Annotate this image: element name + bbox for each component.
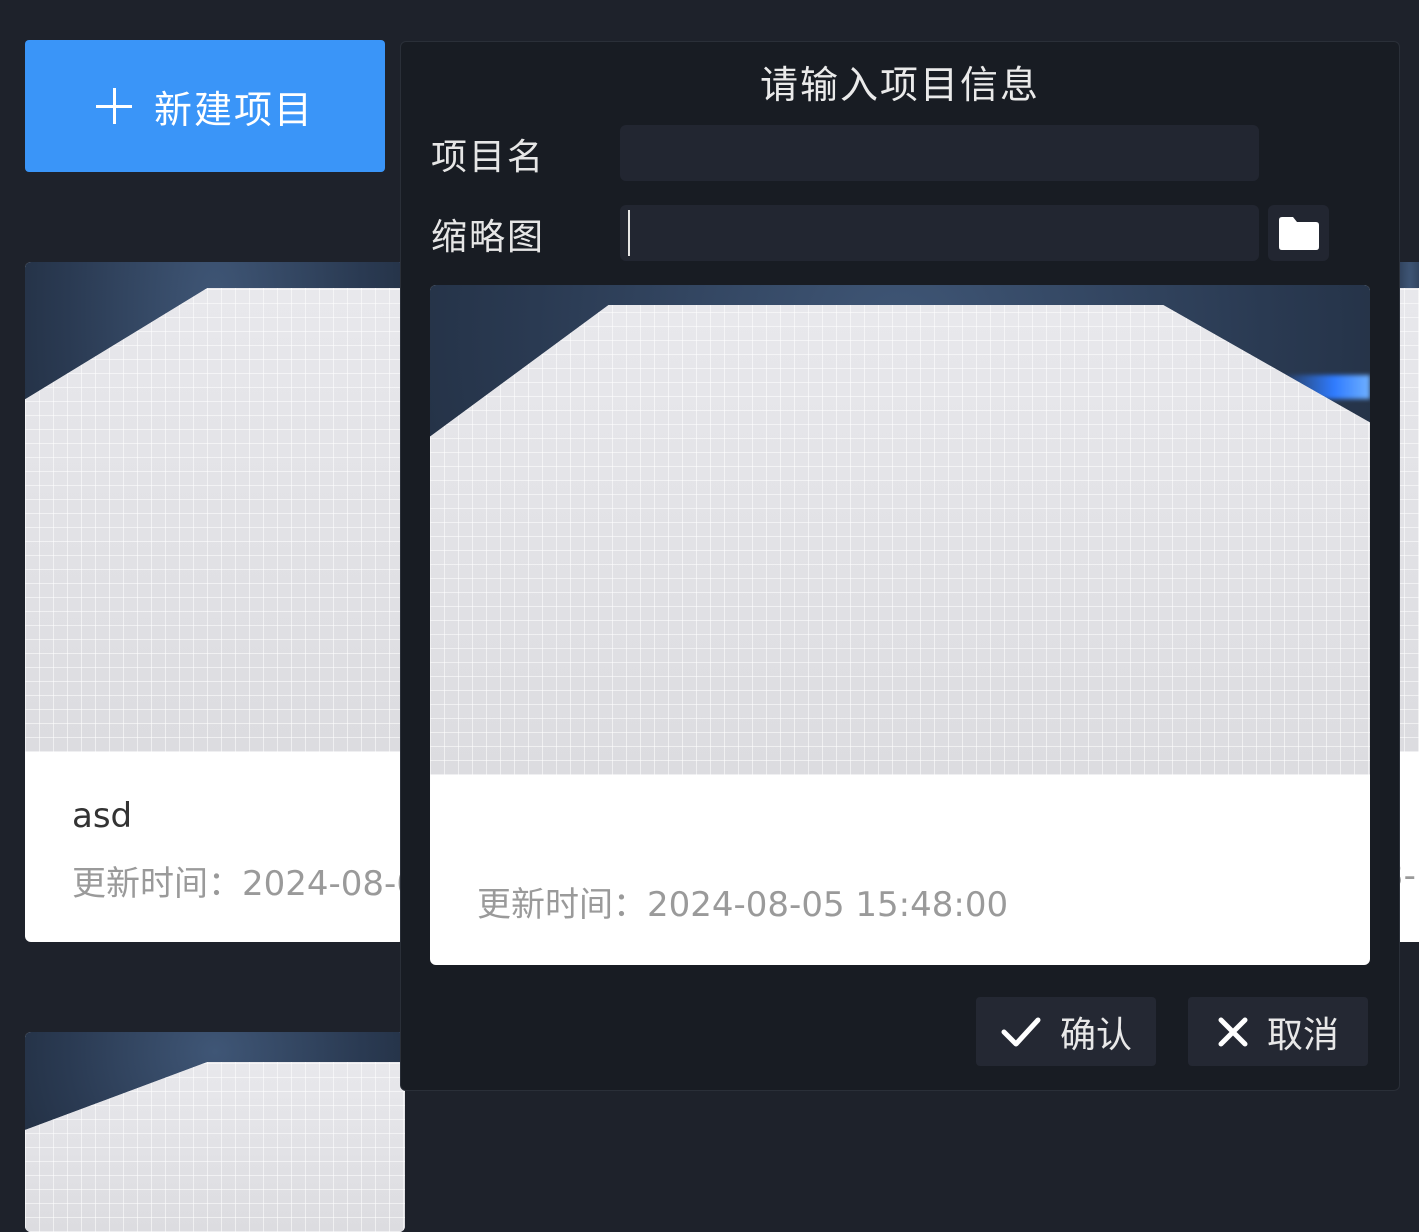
project-name: asd — [72, 796, 133, 836]
project-updated-time: 更新时间：2024-08-0 — [72, 864, 405, 904]
project-info-dialog: 请输入项目信息 项目名 缩略图 更新时间：2024-08-05 15:48:00… — [400, 41, 1400, 1091]
cancel-label: 取消 — [1266, 1014, 1339, 1056]
confirm-button[interactable]: 确认 — [976, 997, 1156, 1066]
folder-icon — [1278, 217, 1319, 250]
project-card[interactable] — [25, 1032, 405, 1232]
project-card[interactable]: asd 更新时间：2024-08-0 — [25, 262, 405, 942]
preview-thumbnail — [430, 285, 1370, 775]
close-icon — [1218, 1017, 1248, 1046]
dialog-title: 请输入项目信息 — [759, 63, 1040, 107]
plus-icon — [95, 88, 132, 124]
preview-updated-time: 更新时间：2024-08-05 15:48:00 — [477, 885, 1009, 925]
project-name-input[interactable] — [620, 125, 1259, 181]
browse-folder-button[interactable] — [1268, 205, 1329, 261]
thumbnail-preview-card: 更新时间：2024-08-05 15:48:00 — [430, 285, 1370, 965]
text-cursor — [628, 210, 630, 256]
thumbnail-label: 缩略图 — [431, 217, 546, 258]
cancel-button[interactable]: 取消 — [1188, 997, 1368, 1066]
project-thumbnail — [25, 1032, 405, 1232]
project-name-label: 项目名 — [431, 137, 546, 178]
thumbnail-path-input[interactable] — [620, 205, 1259, 261]
confirm-label: 确认 — [1059, 1014, 1132, 1056]
new-project-button[interactable]: 新建项目 — [25, 40, 385, 172]
new-project-label: 新建项目 — [153, 87, 314, 132]
check-icon — [1001, 1017, 1041, 1046]
project-thumbnail — [25, 262, 405, 752]
